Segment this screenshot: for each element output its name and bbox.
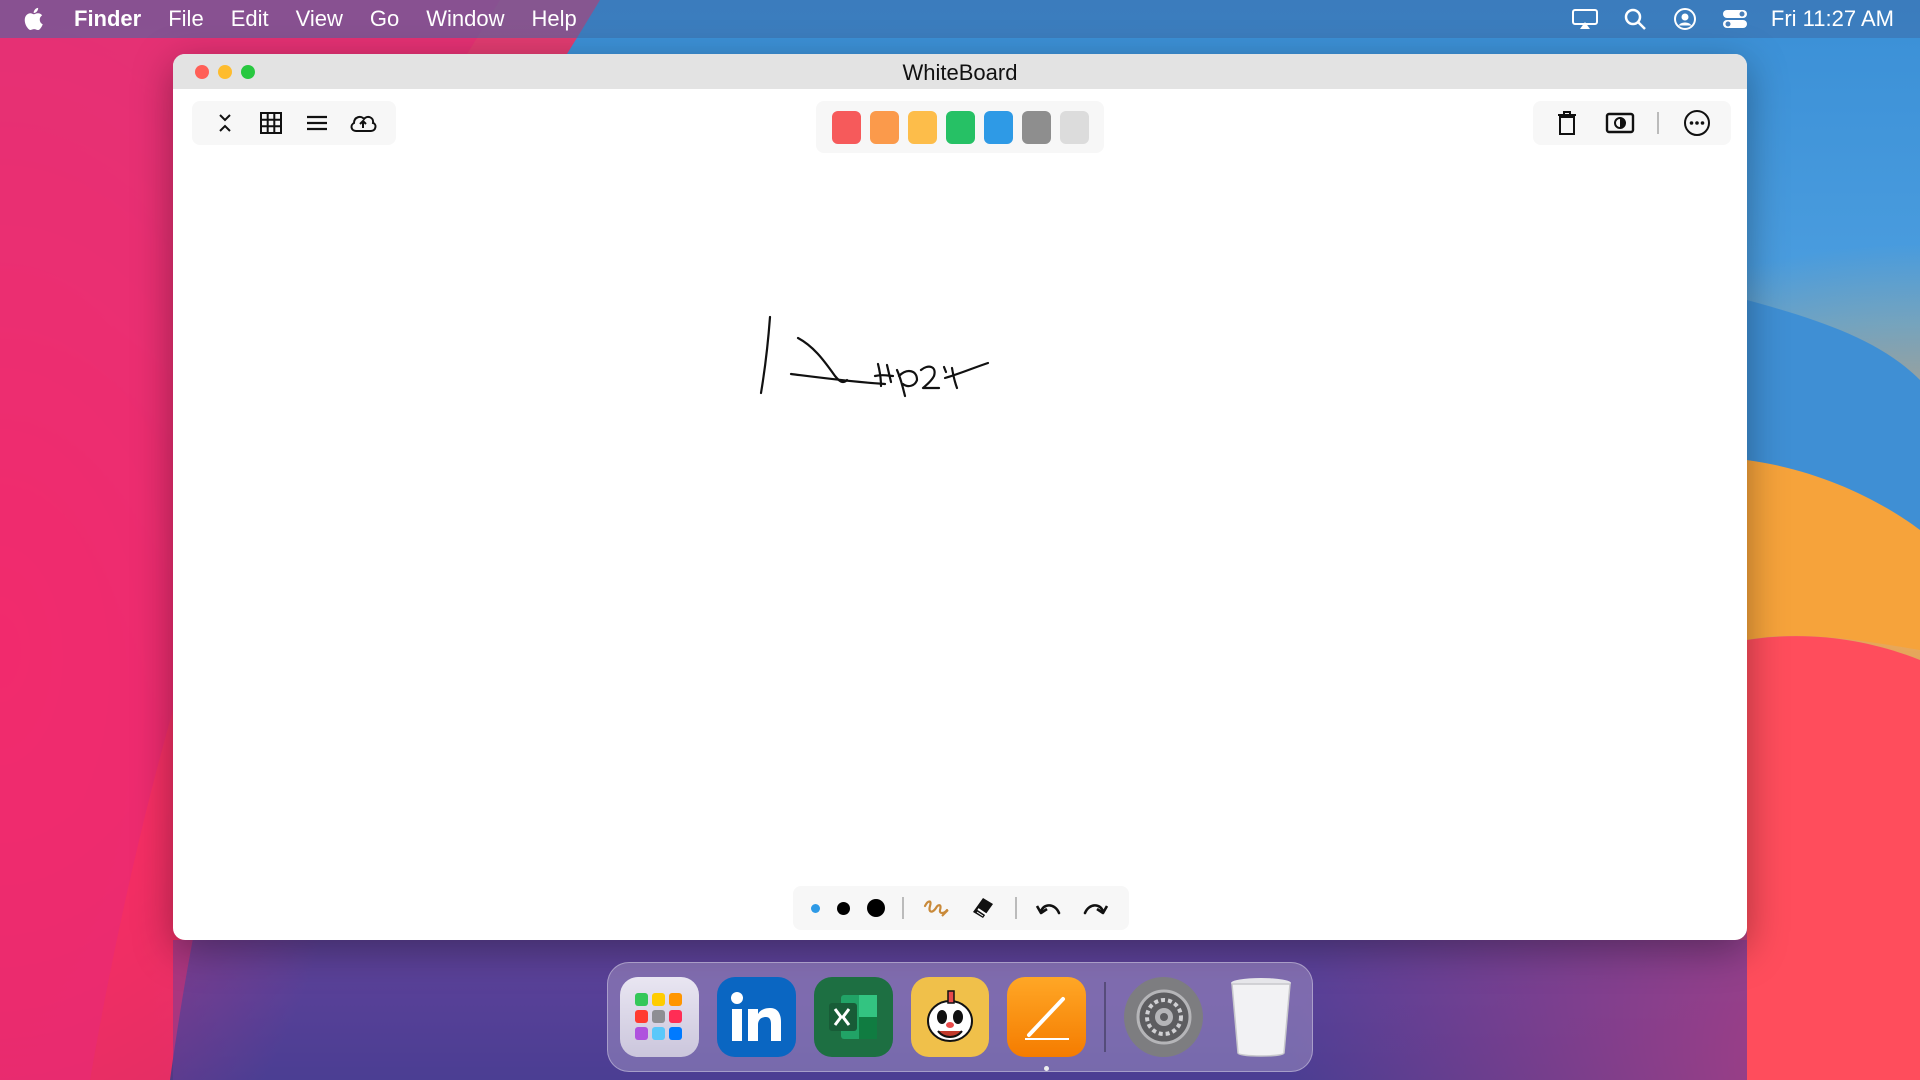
brush-toolbar bbox=[793, 886, 1129, 930]
dock-system-preferences[interactable] bbox=[1124, 977, 1204, 1057]
airplay-icon[interactable] bbox=[1571, 7, 1599, 31]
color-swatch-green[interactable] bbox=[945, 110, 975, 144]
dock-cuphead[interactable] bbox=[910, 977, 990, 1057]
handwritten-strokes bbox=[759, 315, 990, 398]
brush-size-large[interactable] bbox=[867, 899, 886, 917]
menu-help[interactable]: Help bbox=[532, 6, 577, 32]
launchpad-icon bbox=[635, 993, 683, 1040]
dock-trash[interactable] bbox=[1221, 977, 1300, 1057]
dark-mode-toggle-icon[interactable] bbox=[1605, 108, 1635, 138]
menu-window[interactable]: Window bbox=[426, 6, 504, 32]
control-center-icon[interactable] bbox=[1721, 7, 1749, 31]
linkedin-icon bbox=[731, 992, 782, 1041]
dock bbox=[607, 962, 1313, 1072]
title-bar: WhiteBoard bbox=[173, 54, 1747, 89]
color-swatch-light-gray[interactable] bbox=[1059, 110, 1089, 144]
whiteboard-window: WhiteBoard bbox=[173, 54, 1747, 940]
excel-icon bbox=[829, 995, 878, 1039]
dock-excel[interactable] bbox=[813, 977, 893, 1057]
cuphead-icon bbox=[927, 990, 973, 1042]
brush-size-medium[interactable] bbox=[837, 901, 851, 915]
toolbar-divider bbox=[1657, 112, 1660, 134]
bottom-divider-2 bbox=[1014, 897, 1017, 919]
running-indicator bbox=[1044, 1066, 1050, 1071]
brush-size-small[interactable] bbox=[811, 903, 821, 913]
menu-file[interactable]: File bbox=[168, 6, 203, 32]
drawing-canvas[interactable] bbox=[173, 154, 1747, 940]
menu-edit[interactable]: Edit bbox=[231, 6, 269, 32]
color-swatch-yellow[interactable] bbox=[907, 110, 937, 144]
bottom-divider-1 bbox=[902, 897, 905, 919]
dock-pages[interactable] bbox=[1007, 977, 1087, 1071]
color-swatch-gray[interactable] bbox=[1021, 110, 1051, 144]
color-swatch-orange[interactable] bbox=[869, 110, 899, 144]
menu-icon[interactable] bbox=[302, 108, 332, 138]
gear-icon bbox=[1136, 989, 1192, 1045]
menu-clock[interactable]: Fri 11:27 AM bbox=[1771, 6, 1894, 32]
menu-bar: Finder File Edit View Go Window Help Fri… bbox=[0, 0, 1920, 38]
redo-icon[interactable] bbox=[1080, 893, 1110, 923]
window-title: WhiteBoard bbox=[902, 60, 1018, 85]
eraser-icon[interactable] bbox=[968, 893, 998, 923]
cloud-upload-icon[interactable] bbox=[348, 108, 378, 138]
dock-launchpad[interactable] bbox=[620, 977, 699, 1057]
right-toolbar bbox=[1533, 101, 1731, 145]
search-icon[interactable] bbox=[1621, 7, 1649, 31]
pages-icon bbox=[1024, 997, 1069, 1040]
pen-icon[interactable] bbox=[921, 893, 951, 923]
undo-icon[interactable] bbox=[1034, 893, 1064, 923]
color-palette bbox=[816, 101, 1104, 153]
user-icon[interactable] bbox=[1671, 7, 1699, 31]
color-swatch-blue[interactable] bbox=[983, 110, 1013, 144]
collapse-icon[interactable] bbox=[210, 108, 240, 138]
menu-view[interactable]: View bbox=[296, 6, 343, 32]
trash-icon[interactable] bbox=[1552, 108, 1582, 138]
menu-app-name[interactable]: Finder bbox=[74, 6, 141, 32]
left-toolbar bbox=[192, 101, 396, 145]
trash-bin-icon bbox=[1230, 978, 1291, 1057]
dock-linkedin[interactable] bbox=[716, 977, 796, 1057]
grid-icon[interactable] bbox=[256, 108, 286, 138]
color-swatch-red[interactable] bbox=[831, 110, 861, 144]
dock-divider bbox=[1104, 982, 1107, 1052]
apple-icon[interactable] bbox=[22, 6, 48, 32]
more-icon[interactable] bbox=[1682, 108, 1712, 138]
menu-go[interactable]: Go bbox=[370, 6, 399, 32]
